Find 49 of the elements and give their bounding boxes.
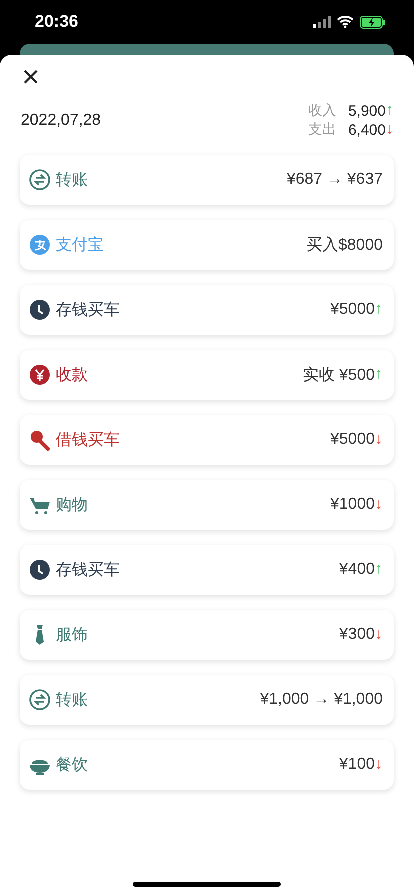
transaction-card[interactable]: 购物 ¥1000↓ bbox=[20, 480, 394, 530]
close-icon[interactable] bbox=[23, 69, 39, 85]
amount-text: ¥5000 bbox=[330, 301, 375, 319]
transaction-card[interactable]: 转账 ¥1,000 → ¥1,000 bbox=[20, 675, 394, 725]
transaction-card[interactable]: 餐饮 ¥100↓ bbox=[20, 740, 394, 790]
trend-arrow: ↓ bbox=[386, 121, 394, 138]
category-label: 借钱买车 bbox=[56, 430, 121, 450]
amount-text: ¥300 bbox=[339, 626, 375, 644]
trend-arrow: ↓ bbox=[375, 756, 383, 774]
category-label: 转账 bbox=[56, 170, 89, 190]
transaction-card[interactable]: 转账 ¥687 → ¥637 bbox=[20, 155, 394, 205]
amount-text: ¥400 bbox=[339, 561, 375, 579]
transaction-card[interactable]: 支付宝 买入$8000 bbox=[20, 220, 394, 270]
trend-arrow: ↑ bbox=[375, 301, 383, 319]
trend-arrow: ↑ bbox=[375, 561, 383, 579]
transaction-card[interactable]: 借钱买车 ¥5000↓ bbox=[20, 415, 394, 465]
summary-label: 支出 bbox=[308, 121, 336, 139]
trend-arrow: ↓ bbox=[375, 496, 383, 514]
category-label: 购物 bbox=[56, 496, 89, 516]
summary-label: 收入 bbox=[308, 102, 336, 120]
transaction-card[interactable]: 存钱买车 ¥400↑ bbox=[20, 545, 394, 595]
category-label: 收款 bbox=[56, 366, 89, 386]
amount-text: ¥5000 bbox=[330, 431, 375, 449]
amount-text: ¥1000 bbox=[330, 496, 375, 514]
transaction-card[interactable]: 存钱买车 ¥5000↑ bbox=[20, 285, 394, 335]
category-label: 存钱买车 bbox=[56, 560, 121, 580]
amount-text: ¥687 → ¥637 bbox=[286, 171, 383, 189]
wifi-icon bbox=[337, 16, 354, 28]
trend-arrow: ↓ bbox=[375, 431, 383, 449]
status-time: 20:36 bbox=[35, 12, 78, 32]
battery-icon bbox=[360, 16, 386, 28]
trend-arrow: ↑ bbox=[386, 102, 394, 119]
trend-arrow: ↓ bbox=[375, 626, 383, 644]
category-label: 存钱买车 bbox=[56, 300, 121, 320]
trend-arrow: ↑ bbox=[375, 366, 383, 384]
transaction-card[interactable]: 收款 实收 ¥500↑ bbox=[20, 350, 394, 400]
category-label: 餐饮 bbox=[56, 756, 89, 776]
amount-text: ¥1,000 → ¥1,000 bbox=[260, 691, 383, 709]
amount-text: 买入$8000 bbox=[306, 236, 383, 256]
summary-value: 5,900 bbox=[348, 102, 386, 120]
amount-text: ¥100 bbox=[339, 756, 375, 774]
transaction-card[interactable]: 服饰 ¥300↓ bbox=[20, 610, 394, 660]
category-label: 支付宝 bbox=[56, 236, 105, 256]
category-label: 转账 bbox=[56, 690, 89, 710]
signal-icon bbox=[313, 16, 331, 28]
summary-value: 6,400 bbox=[348, 122, 386, 138]
category-label: 服饰 bbox=[56, 626, 89, 646]
amount-text: 实收 ¥500 bbox=[302, 366, 375, 386]
date-text: 2022,07,28 bbox=[21, 112, 102, 130]
